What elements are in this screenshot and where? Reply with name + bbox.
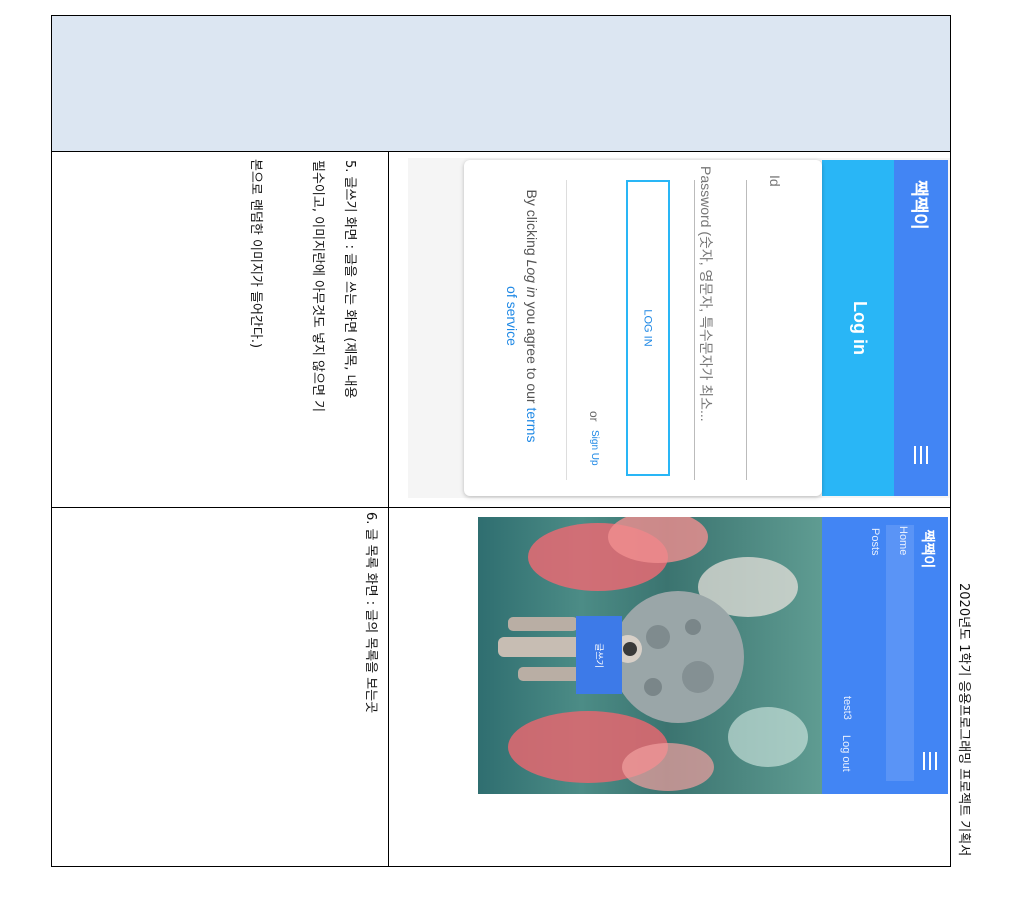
row5-note-line1: 5. 글쓰기 화면 : 글을 쓰는 화면 (제목, 내용 [342,160,357,399]
table-header-row [51,16,950,151]
password-input[interactable]: Password (숫자, 영문자, 특수문자가 최소... [696,166,716,466]
table-border-top [51,15,951,16]
menu-icon[interactable] [923,752,937,770]
terms-text: By clicking Log in you agree to our term… [504,189,540,443]
login-title: Log in [850,301,870,355]
table-border-right [950,15,951,867]
row6-note-line1: 6. 글 목록 화면 : 글의 목록을 보는곳 [363,512,378,714]
logout-link[interactable]: Log out [838,735,852,789]
terms-link[interactable]: terms [524,407,540,442]
background-image [478,517,822,794]
table-border-left [51,15,52,867]
user-name: test3 [841,696,853,720]
write-button-label: 글쓰기 [592,642,603,668]
space-scene [498,517,808,791]
nav-posts[interactable]: Posts [867,528,881,568]
table-border-row1 [51,151,951,152]
terms-divider [566,180,567,480]
password-placeholder: Password (숫자, 영문자, 특수문자가 최소... [698,166,714,422]
id-underline [746,180,747,480]
app-brand: 짹짹이 [919,529,935,569]
menu-icon[interactable] [914,446,928,464]
table-column-divider [388,151,389,867]
row5-note-line3: 본으로 랜덤한 이미지가 들어간다.) [248,159,263,349]
row5-description: 5. 글쓰기 화면 : 글을 쓰는 화면 (제목, 내용 필수이고, 이미지란에… [248,159,382,492]
nav-home[interactable]: Home [895,526,909,566]
login-screenshot: 짹짹이 Log in Id Password (숫자, 영문자, 특수문자가 최… [408,158,950,498]
password-underline [694,180,695,480]
row5-note-line2: 필수이고, 이미지란에 아무것도 넣지 않으면 기 [310,160,325,413]
login-button[interactable]: LOG IN [626,180,670,476]
id-placeholder: Id [767,175,783,187]
table-border-row2 [51,507,951,508]
id-input[interactable]: Id [763,175,783,205]
post-list-screenshot: 글쓰기 짹짹이 Home Posts test3 Log out [478,517,948,794]
app-brand: 짹짹이 [908,180,929,230]
write-button[interactable]: 글쓰기 [576,616,622,694]
or-text: or [587,411,601,422]
signup-link[interactable]: Sign Up [586,430,600,480]
terms-of-service-link[interactable]: of service [504,286,520,346]
document-side-title: 2020년도 1학기 응용프로그래밍 프로젝트 기획서 [956,583,971,857]
login-button-label: LOG IN [641,309,654,347]
table-border-bottom [51,866,951,867]
